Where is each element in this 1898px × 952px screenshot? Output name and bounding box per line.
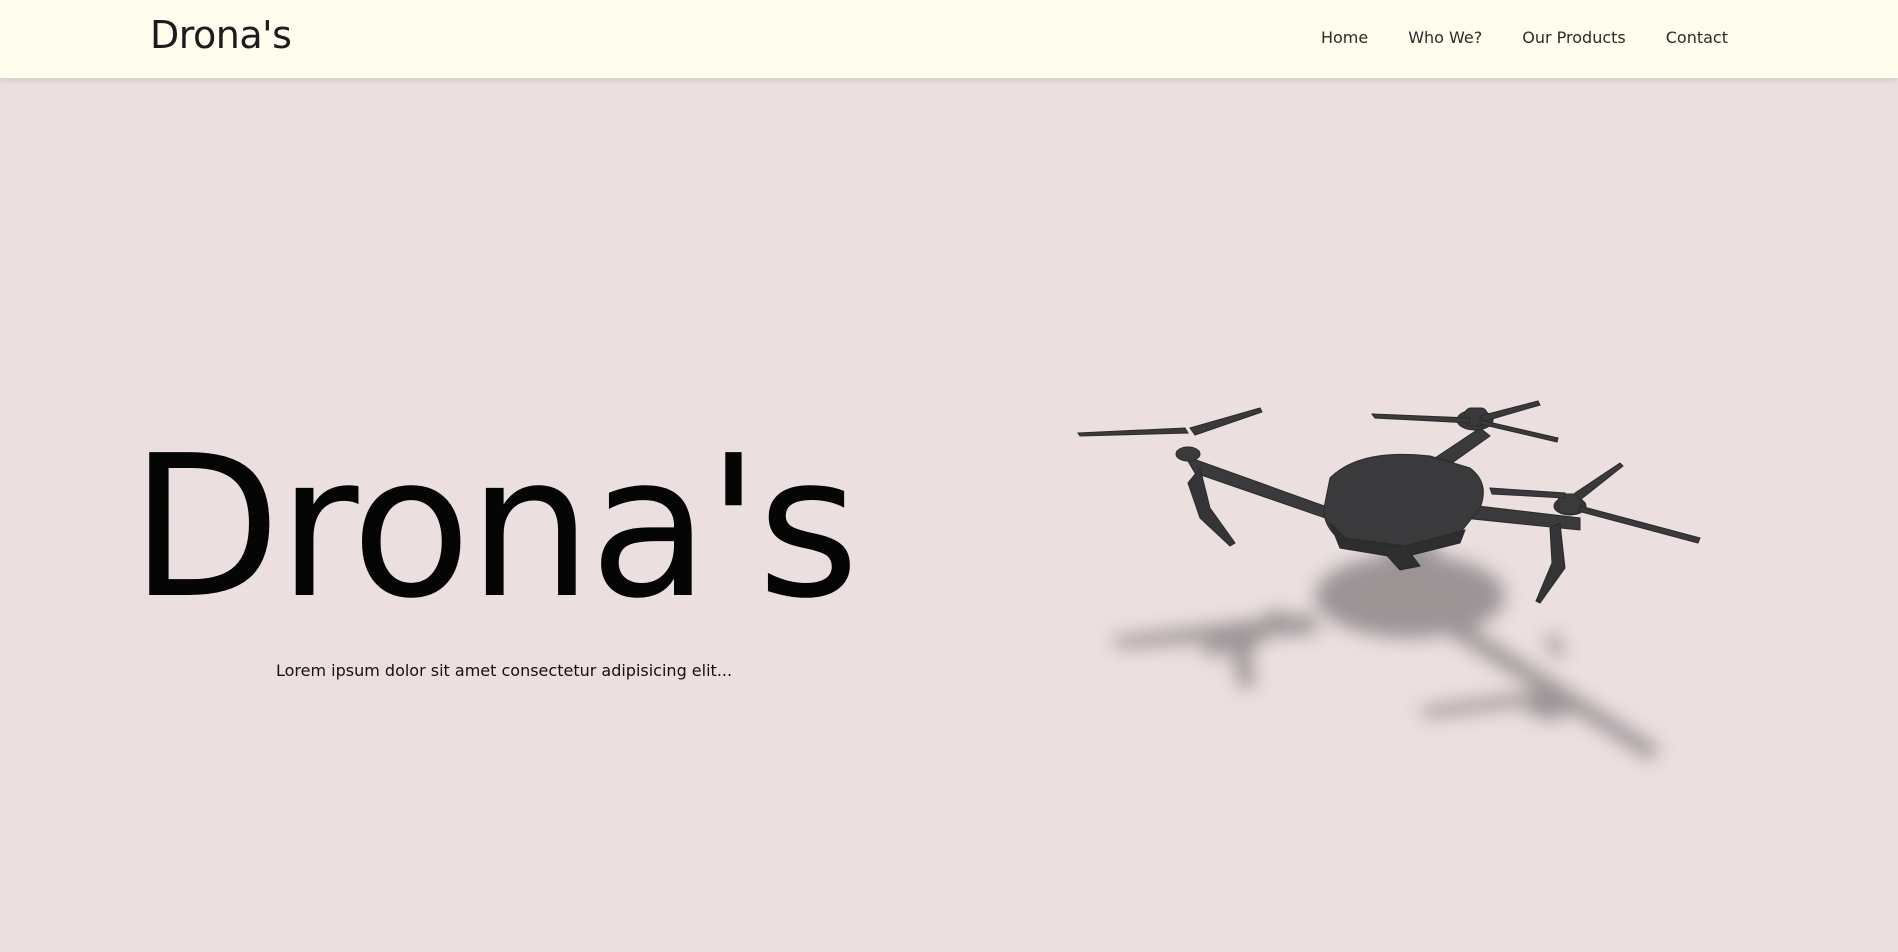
hero-section: Drona's Lorem ipsum dolor sit amet conse… <box>0 78 1898 952</box>
brand-logo[interactable]: Drona's <box>150 13 292 57</box>
nav-links: Home Who We? Our Products Contact <box>1321 28 1728 47</box>
nav-link-who-we[interactable]: Who We? <box>1408 28 1482 47</box>
hero-title: Drona's <box>130 414 859 642</box>
drone-illustration <box>1060 308 1720 808</box>
drone-icon <box>1077 400 1701 760</box>
nav-link-home[interactable]: Home <box>1321 28 1368 47</box>
nav-link-contact[interactable]: Contact <box>1666 28 1728 47</box>
nav-link-our-products[interactable]: Our Products <box>1522 28 1625 47</box>
hero-subtitle: Lorem ipsum dolor sit amet consectetur a… <box>276 661 733 680</box>
drone-shadow <box>1110 538 1660 760</box>
navbar: Drona's Home Who We? Our Products Contac… <box>0 0 1898 78</box>
